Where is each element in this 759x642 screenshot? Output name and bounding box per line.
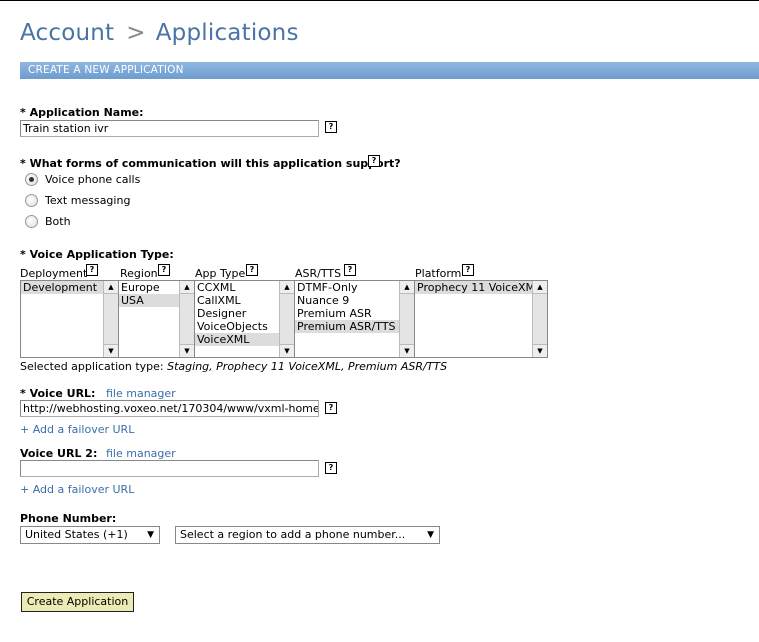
selected-type-text: Selected application type: Staging, Prop…	[20, 360, 447, 373]
region-help-icon[interactable]: ?	[158, 264, 170, 276]
scroll-up-icon[interactable]: ▲	[104, 281, 118, 294]
scroll-down-icon[interactable]: ▼	[280, 344, 294, 357]
selected-type-prefix: Selected application type:	[20, 360, 164, 373]
page-title: Applications	[155, 20, 299, 46]
deployment-help-icon[interactable]: ?	[86, 264, 98, 276]
scroll-up-icon[interactable]: ▲	[400, 281, 414, 294]
breadcrumb: Account > Applications	[20, 20, 299, 46]
scroll-up-icon[interactable]: ▲	[280, 281, 294, 294]
app-name-input[interactable]: Train station ivr	[20, 120, 319, 137]
selected-type-value: Staging, Prophecy 11 VoiceXML, Premium A…	[167, 360, 448, 373]
voice-url2-file-manager-link[interactable]: file manager	[106, 447, 176, 460]
asr-tts-help-icon[interactable]: ?	[344, 264, 356, 276]
region-select[interactable]: Select a region to add a phone number...…	[175, 526, 440, 544]
region-select-value: Select a region to add a phone number...	[180, 528, 406, 541]
asr-tts-option[interactable]: Premium ASR/TTS	[295, 320, 414, 333]
voice-url-help-icon[interactable]: ?	[325, 402, 337, 414]
radio-both[interactable]	[25, 215, 38, 228]
radio-text[interactable]	[25, 194, 38, 207]
asr-tts-label: ASR/TTS	[295, 267, 342, 280]
voice-url2-add-failover-link[interactable]: + Add a failover URL	[20, 483, 134, 496]
app-type-scrollbar[interactable]: ▲ ▼	[279, 281, 294, 357]
deployment-label: Deployment	[20, 267, 88, 280]
voice-url-file-manager-link[interactable]: file manager	[106, 387, 176, 400]
radio-voice[interactable]	[25, 173, 38, 186]
radio-text-label: Text messaging	[45, 194, 131, 207]
asr-tts-option[interactable]: DTMF-Only	[295, 281, 414, 294]
region-listbox[interactable]: Europe USA ▲ ▼	[118, 280, 195, 358]
breadcrumb-account-link[interactable]: Account	[20, 20, 114, 46]
breadcrumb-separator: >	[126, 20, 146, 46]
radio-voice-label: Voice phone calls	[45, 173, 141, 186]
scroll-down-icon[interactable]: ▼	[533, 344, 547, 357]
radio-both-label: Both	[45, 215, 71, 228]
deployment-scrollbar[interactable]: ▲ ▼	[103, 281, 118, 357]
communication-help-icon[interactable]: ?	[368, 155, 380, 167]
voice-url2-input[interactable]	[20, 460, 319, 477]
scroll-down-icon[interactable]: ▼	[400, 344, 414, 357]
scroll-down-icon[interactable]: ▼	[180, 344, 194, 357]
region-label: Region	[120, 267, 158, 280]
scroll-down-icon[interactable]: ▼	[104, 344, 118, 357]
dropdown-arrow-icon: ▼	[147, 530, 154, 540]
asr-tts-scrollbar[interactable]: ▲ ▼	[399, 281, 414, 357]
top-border	[0, 0, 759, 1]
asr-tts-option[interactable]: Premium ASR	[295, 307, 414, 320]
dropdown-arrow-icon: ▼	[427, 530, 434, 540]
app-type-help-icon[interactable]: ?	[246, 264, 258, 276]
phone-number-label: Phone Number:	[20, 512, 117, 525]
deployment-listbox[interactable]: Development ▲ ▼	[20, 280, 119, 358]
country-select-value: United States (+1)	[25, 528, 128, 541]
voice-url2-help-icon[interactable]: ?	[325, 462, 337, 474]
platform-scrollbar[interactable]: ▲ ▼	[532, 281, 547, 357]
scroll-up-icon[interactable]: ▲	[533, 281, 547, 294]
platform-label: Platform	[415, 267, 462, 280]
voice-url-add-failover-link[interactable]: + Add a failover URL	[20, 423, 134, 436]
voice-url-input[interactable]: http://webhosting.voxeo.net/170304/www/v…	[20, 400, 319, 417]
scroll-up-icon[interactable]: ▲	[180, 281, 194, 294]
platform-option[interactable]: Prophecy 11 VoiceXML	[415, 281, 547, 294]
app-type-label: App Type	[195, 267, 246, 280]
asr-tts-listbox[interactable]: DTMF-Only Nuance 9 Premium ASR Premium A…	[294, 280, 415, 358]
voice-url-label: * Voice URL:	[20, 387, 96, 400]
create-application-button[interactable]: Create Application	[21, 592, 134, 612]
app-name-label: * Application Name:	[20, 106, 144, 119]
app-name-help-icon[interactable]: ?	[325, 121, 337, 133]
asr-tts-option[interactable]: Nuance 9	[295, 294, 414, 307]
app-type-listbox[interactable]: CCXML CallXML Designer VoiceObjects Voic…	[194, 280, 295, 358]
voice-url2-label: Voice URL 2:	[20, 447, 98, 460]
platform-help-icon[interactable]: ?	[462, 264, 474, 276]
country-select[interactable]: United States (+1) ▼	[20, 526, 160, 544]
platform-listbox[interactable]: Prophecy 11 VoiceXML ▲ ▼	[414, 280, 548, 358]
voice-type-label: * Voice Application Type:	[20, 248, 174, 261]
section-header: CREATE A NEW APPLICATION	[20, 62, 759, 79]
region-scrollbar[interactable]: ▲ ▼	[179, 281, 194, 357]
communication-label: * What forms of communication will this …	[20, 157, 401, 170]
